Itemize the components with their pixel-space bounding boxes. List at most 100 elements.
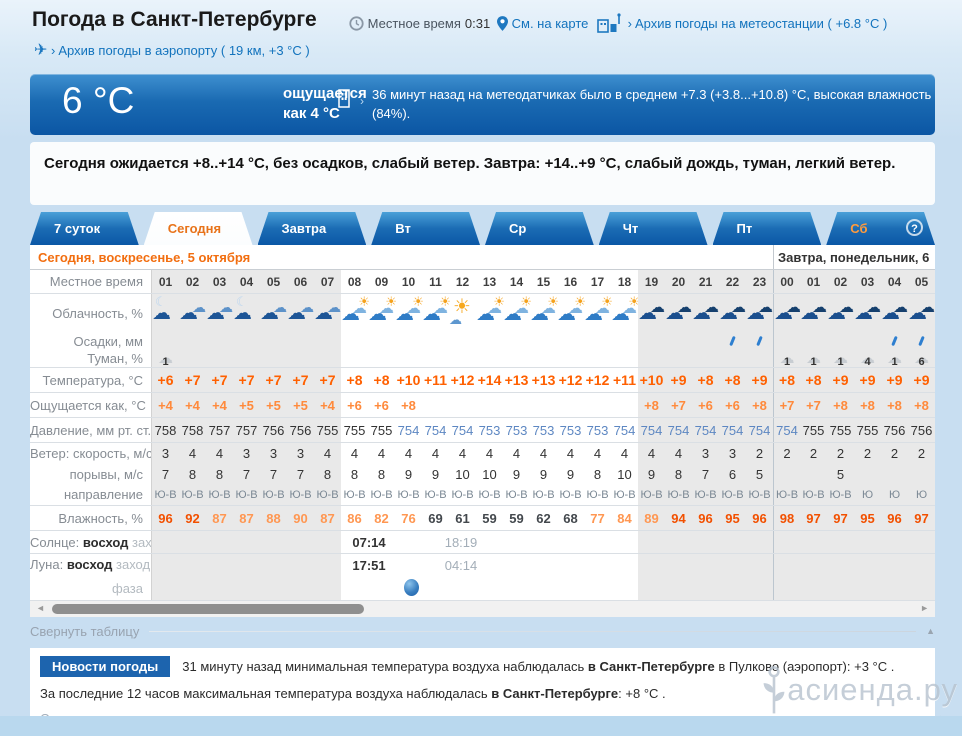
wind-gusts-row-cell: 9 (431, 467, 440, 482)
tab-3[interactable]: Вт (371, 212, 480, 245)
weather-station-icon (597, 13, 621, 33)
local-time-row-cell: 09 (374, 275, 389, 289)
wind-direction-row-cell: Ю-В (613, 489, 636, 501)
weather-night-cloud-icon: ☁ ☁ (287, 299, 314, 324)
moon-row-cell (395, 554, 422, 576)
sun-row-cell (692, 531, 719, 553)
moon-phase-row-cell (287, 576, 314, 600)
humidity-row-cell: 87 (206, 506, 233, 530)
local-time-row-cell: 23 (746, 270, 773, 293)
help-icon[interactable]: ? (906, 219, 923, 236)
tab-6[interactable]: Пт (713, 212, 822, 245)
cloudiness-row-cell: ☁ ☁ (854, 294, 881, 334)
moon-row-cell (827, 554, 854, 576)
feels-like-row-cell: +6 (719, 393, 746, 417)
local-time-value: 0:31 (464, 16, 491, 31)
wind-speed-row-cell: 4 (431, 446, 440, 461)
scroll-right-icon[interactable]: ► (920, 603, 929, 613)
map-link[interactable]: См. на карте (497, 16, 588, 31)
cloudiness-row-cell: ☀ ☁ ☁ (341, 294, 370, 334)
wind-speed-row-cell: 4 (512, 446, 521, 461)
moon-phase-row-cell (881, 576, 908, 600)
map-pin-icon (497, 16, 508, 31)
local-time-row-cell: 10 (401, 275, 416, 289)
precipitation-row-cell (260, 334, 287, 349)
cloudiness-row: Облачность, % ☾ ☁ ☁ ☁ ☁ ☁ ☾ ☁ ☁ ☁ ☁ ☁ ☁ ☁ ☀ ☁ ☁ ☀ ☁ ☁ ☀ ☁ ☁ ☀ ☁ ☁ ☀… (30, 294, 935, 334)
wind-speed-row-cell: 4 (620, 446, 629, 461)
wind-direction-row-cell: Ю-В (314, 484, 341, 505)
tab-1[interactable]: Сегодня (144, 212, 253, 245)
local-time-label: Местное время (367, 16, 461, 31)
feels-like-row-cell: +8 (854, 393, 881, 417)
temperature-row-cell: +7 (260, 368, 287, 392)
humidity-row-cell: 86 (347, 511, 362, 526)
moon-phase-row-cell (557, 576, 584, 600)
temperature-row-cell: +11 (613, 372, 636, 388)
bottom-strip (0, 716, 962, 736)
tab-0[interactable]: 7 суток (30, 212, 139, 245)
feels-like-row-cell: +5 (287, 393, 314, 417)
fog-row: Туман, % ☁ 1 ☁ 1 ☁ 1 ☁ 1 ☁ 4 ☁ 1 ☁ 6 (30, 349, 935, 368)
horizontal-scrollbar[interactable]: ◄ ► (30, 601, 935, 617)
fog-row-cell (611, 349, 638, 367)
feels-like-row-cell (503, 393, 530, 417)
fog-row-cell (584, 349, 611, 367)
precipitation-row-cell (773, 334, 800, 349)
cloudiness-row-cell: ☀ ☁ ☁ (503, 294, 532, 334)
scroll-left-icon[interactable]: ◄ (36, 603, 45, 613)
wind-direction-row-cell: Ю-В (638, 484, 665, 505)
collapse-table-button[interactable]: Свернуть таблицу ▲ (30, 620, 935, 642)
moon-row-cell (260, 554, 287, 576)
sun-row-cell (260, 531, 287, 553)
weather-cloud-sun-icon: ☀ ☁ ☁ (368, 294, 397, 325)
cloudiness-row-cell: ☁ ☁ (206, 294, 233, 334)
wind-speed-row-label: Ветер: скорость, м/с (30, 443, 152, 465)
building-icon (336, 88, 352, 114)
station-archive-link[interactable]: › Архив погоды на метеостанции ( +6.8 °C … (596, 13, 887, 33)
moon-row-cell (287, 554, 314, 576)
pressure-row-cell: 755 (370, 423, 393, 438)
humidity-row: Влажность, % 96 92 87 87 88 90 87 86 82 76 69 61 59 59… (30, 506, 935, 531)
moon-row-rise: 17:51 (352, 558, 386, 573)
wind-gusts-row-cell: 7 (233, 465, 260, 484)
pressure-row-cell: 754 (665, 418, 692, 442)
pressure-row-cell: 753 (586, 423, 609, 438)
humidity-row-cell: 61 (455, 511, 470, 526)
airport-archive-link[interactable]: ✈ › Архив погоды в аэропорту ( 19 км, +3 … (34, 40, 310, 60)
moon-row-cell (530, 554, 557, 576)
moon-phase-row-cell (665, 576, 692, 600)
wind-gusts-row-cell: 8 (665, 465, 692, 484)
tab-4[interactable]: Ср (485, 212, 594, 245)
moon-row-cell (557, 554, 584, 576)
feels-like-row-label: Ощущается как, °C (30, 393, 152, 417)
humidity-row-cell: 59 (509, 511, 524, 526)
humidity-row-cell: 89 (638, 506, 665, 530)
wind-direction-row-cell: Ю (854, 484, 881, 505)
scrollbar-thumb[interactable] (52, 604, 364, 614)
temperature-row-cell: +10 (638, 368, 665, 392)
tab-2[interactable]: Завтра (258, 212, 367, 245)
rain-drop-icon (729, 335, 736, 347)
pressure-row-cell: 754 (638, 418, 665, 442)
pressure-row-cell: 756 (881, 418, 908, 442)
fog-row-cell (206, 349, 233, 367)
humidity-row-cell: 97 (800, 506, 827, 530)
tab-5[interactable]: Чт (599, 212, 708, 245)
moon-row-cell (800, 554, 827, 576)
tab-7[interactable]: Сб? (826, 212, 935, 245)
pressure-row-cell: 753 (559, 423, 582, 438)
wind-speed-row-cell: 4 (179, 443, 206, 465)
sun-row: Солнце: восход заход 07:14 18:19 (30, 531, 935, 554)
pressure-row-cell: 757 (206, 418, 233, 442)
cloudiness-row-cell: ☁ ☁ (314, 294, 341, 334)
wind-direction-row-cell: Ю-В (559, 489, 582, 501)
wind-speed-row-cell: 4 (350, 446, 359, 461)
tab-label: Сб (850, 221, 868, 236)
moon-phase-row-cell (179, 576, 206, 600)
temperature-row-cell: +7 (179, 368, 206, 392)
fog-row-cell (341, 349, 368, 367)
temperature-row-cell: +12 (558, 372, 583, 388)
pressure-row-cell: 758 (179, 418, 206, 442)
pressure-row-cell: 756 (287, 418, 314, 442)
feels-like-row-cell (584, 393, 611, 417)
